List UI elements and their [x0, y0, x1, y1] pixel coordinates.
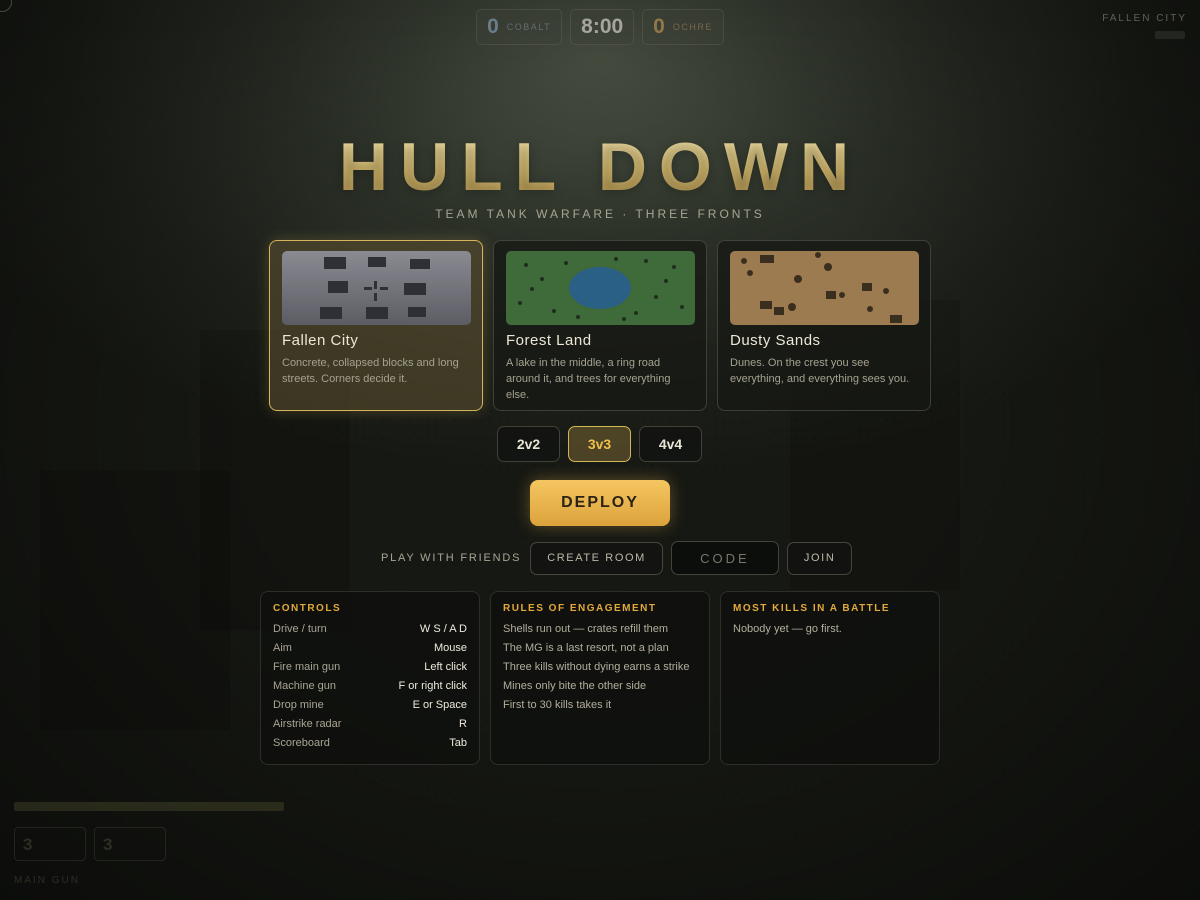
- map-name: Forest Land: [506, 332, 592, 349]
- control-action: Scoreboard: [273, 737, 330, 749]
- ammo-cell: 3: [94, 827, 166, 861]
- play-with-friends-label: PLAY WITH FRIENDS: [381, 552, 522, 564]
- control-row: Drop mine E or Space: [273, 699, 467, 718]
- ochre-label: OCHRE: [672, 22, 713, 32]
- map-name: Dusty Sands: [730, 332, 821, 349]
- rule-item: Shells run out — crates refill them: [503, 623, 669, 635]
- ochre-score: 0 OCHRE: [642, 9, 724, 45]
- cobalt-label: COBALT: [506, 22, 552, 32]
- control-action: Fire main gun: [273, 661, 341, 673]
- most-kills-panel: MOST KILLS IN A BATTLE Nobody yet — go f…: [720, 591, 940, 765]
- control-action: Drop mine: [273, 699, 324, 711]
- team-size-selector: 2v2 3v3 4v4: [497, 426, 702, 462]
- map-card-dusty-sands[interactable]: Dusty Sands Dunes. On the crest you see …: [717, 240, 931, 411]
- control-key: Left click: [424, 661, 467, 673]
- create-room-button[interactable]: CREATE ROOM: [530, 541, 663, 575]
- control-action: Aim: [273, 642, 292, 654]
- weapon-label: MAIN GUN: [14, 875, 80, 886]
- ammo-cell: 3: [14, 827, 86, 861]
- weapon-hud: 3 3 MAIN GUN: [14, 802, 284, 886]
- info-panels: CONTROLS Drive / turn W S / A D Aim Mouse …: [260, 591, 940, 765]
- control-action: Machine gun: [273, 680, 336, 692]
- team-size-2v2-button[interactable]: 2v2: [497, 426, 560, 462]
- team-size-3v3-button[interactable]: 3v3: [568, 426, 631, 462]
- map-name: Fallen City: [282, 332, 359, 349]
- game-title: HULL DOWN: [0, 128, 1200, 206]
- control-key: E or Space: [412, 699, 467, 711]
- room-code-input[interactable]: [670, 541, 779, 575]
- control-row: Aim Mouse: [273, 642, 467, 661]
- control-row: Machine gun F or right click: [273, 680, 467, 699]
- rules-title: RULES OF ENGAGEMENT: [503, 603, 657, 614]
- most-kills-title: MOST KILLS IN A BATTLE: [733, 603, 891, 614]
- control-action: Airstrike radar: [273, 718, 342, 730]
- map-selector: Fallen City Concrete, collapsed blocks a…: [269, 240, 931, 411]
- timer-value: 8:00: [581, 15, 624, 38]
- control-row: Fire main gun Left click: [273, 661, 467, 680]
- rule-item: Three kills without dying earns a strike: [503, 661, 690, 673]
- friends-row: PLAY WITH FRIENDS CREATE ROOM JOIN: [381, 541, 853, 575]
- control-row: Airstrike radar R: [273, 718, 467, 737]
- map-card-forest-land[interactable]: Forest Land A lake in the middle, a ring…: [493, 240, 707, 411]
- control-key: Mouse: [433, 642, 467, 654]
- ochre-score-value: 0: [653, 15, 665, 38]
- forest-land-thumbnail: [506, 251, 695, 325]
- join-button[interactable]: JOIN: [786, 541, 853, 575]
- control-action: Drive / turn: [273, 623, 327, 635]
- control-key: Tab: [449, 737, 467, 749]
- rules-panel: RULES OF ENGAGEMENT Shells run out — cra…: [490, 591, 710, 765]
- control-key: W S / A D: [419, 623, 467, 635]
- ammo-cell: [174, 827, 246, 861]
- control-key: R: [459, 718, 467, 730]
- fallen-city-thumbnail: [282, 251, 471, 325]
- map-description: Dunes. On the crest you see everything, …: [730, 357, 910, 385]
- map-description: A lake in the middle, a ring road around…: [506, 357, 671, 401]
- rule-item: The MG is a last resort, not a plan: [503, 642, 669, 654]
- controls-title: CONTROLS: [273, 603, 342, 614]
- score-hud: 0 COBALT 8:00 0 OCHRE: [0, 9, 1200, 45]
- dusty-sands-thumbnail: [730, 251, 919, 325]
- deploy-button[interactable]: DEPLOY: [530, 480, 670, 526]
- game-subtitle: TEAM TANK WARFARE · THREE FRONTS: [435, 207, 765, 221]
- map-description: Concrete, collapsed blocks and long stre…: [282, 357, 459, 385]
- cobalt-score-value: 0: [487, 15, 499, 38]
- rule-item: Mines only bite the other side: [503, 680, 647, 692]
- rule-item: First to 30 kills takes it: [503, 699, 612, 711]
- control-row: Drive / turn W S / A D: [273, 623, 467, 642]
- cobalt-score: 0 COBALT: [476, 9, 563, 45]
- team-size-4v4-button[interactable]: 4v4: [639, 426, 702, 462]
- hud-map-name: FALLEN CITY: [1102, 13, 1187, 24]
- control-row: Scoreboard Tab: [273, 737, 467, 756]
- match-timer: 8:00: [570, 9, 635, 45]
- map-card-fallen-city[interactable]: Fallen City Concrete, collapsed blocks a…: [269, 240, 483, 411]
- controls-panel: CONTROLS Drive / turn W S / A D Aim Mouse …: [260, 591, 480, 765]
- hud-map-subbar: [1155, 31, 1185, 39]
- most-kills-empty-text: Nobody yet — go first.: [733, 623, 842, 635]
- health-bar: [14, 802, 284, 811]
- control-key: F or right click: [398, 680, 467, 692]
